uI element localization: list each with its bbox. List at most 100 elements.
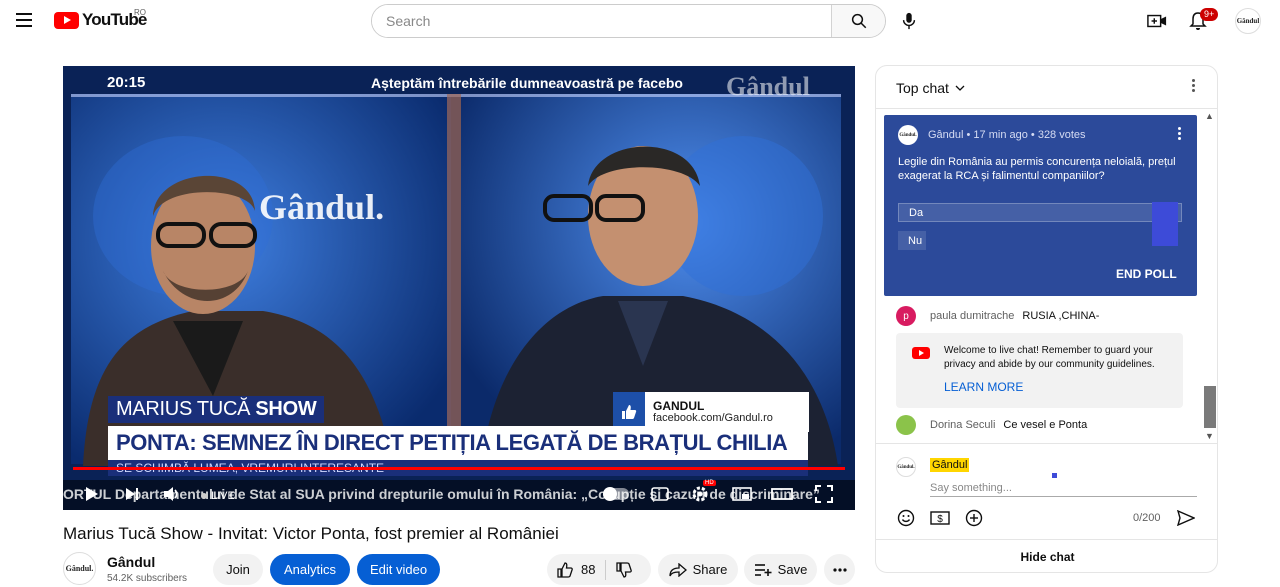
more-actions-button[interactable] — [824, 554, 855, 585]
poll-menu-icon[interactable] — [1178, 127, 1181, 140]
message-author[interactable]: Dorina Seculi — [930, 419, 995, 431]
voice-search-button[interactable] — [897, 9, 921, 33]
emoji-button[interactable] — [896, 508, 916, 528]
account-avatar[interactable]: Gândul — [1235, 8, 1261, 34]
show-tag-name: MARIUS TUCĂ — [116, 398, 251, 420]
microphone-icon — [902, 12, 916, 30]
super-chat-button[interactable]: $ — [930, 508, 950, 528]
author-avatar[interactable]: p — [896, 306, 916, 326]
learn-more-link[interactable]: LEARN MORE — [944, 380, 1023, 394]
subscriber-count: 54.2K subscribers — [107, 573, 188, 584]
message-text: RUSIA ,CHINA- — [1022, 310, 1100, 322]
like-button[interactable]: 88 — [557, 559, 607, 580]
video-player[interactable]: 20:15 Așteptăm întrebările dumneavoastră… — [63, 66, 855, 510]
video-title: Marius Tucă Show - Invitat: Victor Ponta… — [63, 524, 559, 543]
live-indicator[interactable]: LIVE — [201, 490, 235, 502]
fb-page-url: facebook.com/Gandul.ro — [653, 412, 773, 424]
chat-message: p paula dumitrache RUSIA ,CHINA- — [896, 306, 1099, 326]
settings-button[interactable]: HD — [689, 480, 716, 504]
next-button[interactable] — [121, 484, 143, 504]
join-button[interactable]: Join — [213, 554, 263, 585]
youtube-logo[interactable]: YouTube — [54, 10, 147, 30]
fullscreen-icon — [815, 485, 833, 503]
smiley-icon — [897, 509, 915, 527]
create-button[interactable] — [1145, 9, 1169, 33]
chevron-down-icon — [955, 85, 965, 91]
miniplayer-icon — [732, 487, 752, 501]
send-button[interactable] — [1176, 508, 1196, 528]
edit-video-button[interactable]: Edit video — [357, 554, 440, 585]
gear-icon — [692, 486, 708, 502]
top-bar: YouTube RO 9+ Gândul — [0, 0, 1280, 44]
broadcast-headline: PONTA: SEMNEZ ÎN DIRECT PETIȚIA LEGATĂ D… — [108, 426, 808, 460]
message-author[interactable]: paula dumitrache — [930, 310, 1014, 322]
notification-count-badge: 9+ — [1200, 8, 1219, 21]
send-icon — [1177, 510, 1195, 526]
video-add-icon — [1147, 14, 1167, 28]
playlist-add-icon — [754, 563, 772, 576]
poll-question: Legile din România au permis concurența … — [898, 156, 1176, 182]
hide-chat-button[interactable]: Hide chat — [876, 539, 1217, 572]
scroll-down-icon[interactable]: ▼ — [1205, 431, 1214, 441]
chat-message: Dorina Seculi Ce vesel e Ponta — [896, 415, 1087, 435]
channel-watermark: Gândul — [726, 72, 810, 101]
analytics-button[interactable]: Analytics — [270, 554, 350, 585]
subtitles-button[interactable] — [649, 484, 671, 504]
progress-fill — [73, 467, 845, 470]
menu-icon[interactable] — [12, 8, 36, 32]
share-button[interactable]: Share — [658, 554, 738, 585]
fb-page-name: GANDUL — [653, 399, 705, 413]
my-channel-name: Gândul — [930, 458, 970, 472]
play-button[interactable] — [81, 484, 103, 504]
save-button[interactable]: Save — [744, 554, 817, 585]
share-label: Share — [692, 562, 728, 577]
progress-bar[interactable] — [73, 467, 845, 470]
country-code: RO — [134, 8, 146, 17]
dislike-button[interactable] — [606, 561, 633, 578]
search-bar — [371, 4, 886, 38]
miniplayer-button[interactable] — [731, 484, 753, 504]
thumbs-down-icon — [616, 561, 633, 578]
more-horizontal-icon — [832, 567, 847, 572]
studio-logo: Gândul. — [259, 187, 385, 227]
search-icon — [851, 13, 866, 29]
chat-message-input[interactable] — [930, 480, 1197, 497]
poll-option-nu[interactable]: Nu — [898, 231, 926, 250]
channel-name[interactable]: Gândul — [107, 554, 155, 570]
notice-text: Welcome to live chat! Remember to guard … — [944, 345, 1155, 370]
youtube-play-icon — [54, 11, 79, 29]
author-avatar[interactable] — [896, 415, 916, 435]
chat-mode-dropdown[interactable]: Top chat — [896, 80, 965, 96]
autoplay-toggle[interactable] — [603, 487, 629, 501]
add-button[interactable] — [964, 508, 984, 528]
show-tag-show: SHOW — [255, 398, 317, 420]
like-dislike-group: 88 — [547, 554, 651, 585]
hd-badge: HD — [703, 480, 716, 486]
scroll-up-icon[interactable]: ▲ — [1205, 111, 1214, 121]
theater-icon — [771, 488, 793, 500]
typing-cursor — [1052, 473, 1057, 478]
volume-button[interactable] — [161, 484, 183, 504]
share-icon — [668, 562, 687, 577]
message-text: Ce vesel e Ponta — [1003, 419, 1088, 431]
chat-input-area: Gândul. Gândul $ 0/200 — [876, 443, 1217, 539]
scroll-thumb[interactable] — [1204, 386, 1216, 428]
dollar-icon: $ — [930, 511, 950, 525]
my-avatar: Gândul. — [896, 457, 916, 477]
live-chat-panel: Top chat Gândul. Gândul • 17 min ago • 3… — [875, 65, 1218, 573]
end-poll-button[interactable]: END POLL — [1116, 267, 1177, 281]
chat-scrollbar[interactable]: ▲ ▼ — [1203, 109, 1217, 443]
youtube-icon — [912, 347, 930, 359]
chat-mode-label: Top chat — [896, 80, 949, 96]
search-button[interactable] — [831, 5, 885, 37]
poll-option-da[interactable]: Da — [898, 203, 1182, 222]
fullscreen-button[interactable] — [813, 484, 835, 504]
captions-icon — [651, 487, 669, 501]
like-count: 88 — [581, 562, 596, 577]
theater-button[interactable] — [771, 484, 793, 504]
chat-menu-icon[interactable] — [1192, 79, 1196, 92]
channel-avatar[interactable]: Gândul. — [63, 552, 96, 585]
poll-author-avatar: Gândul. — [898, 125, 918, 145]
character-counter: 0/200 — [1133, 512, 1161, 524]
search-input[interactable] — [372, 5, 831, 37]
